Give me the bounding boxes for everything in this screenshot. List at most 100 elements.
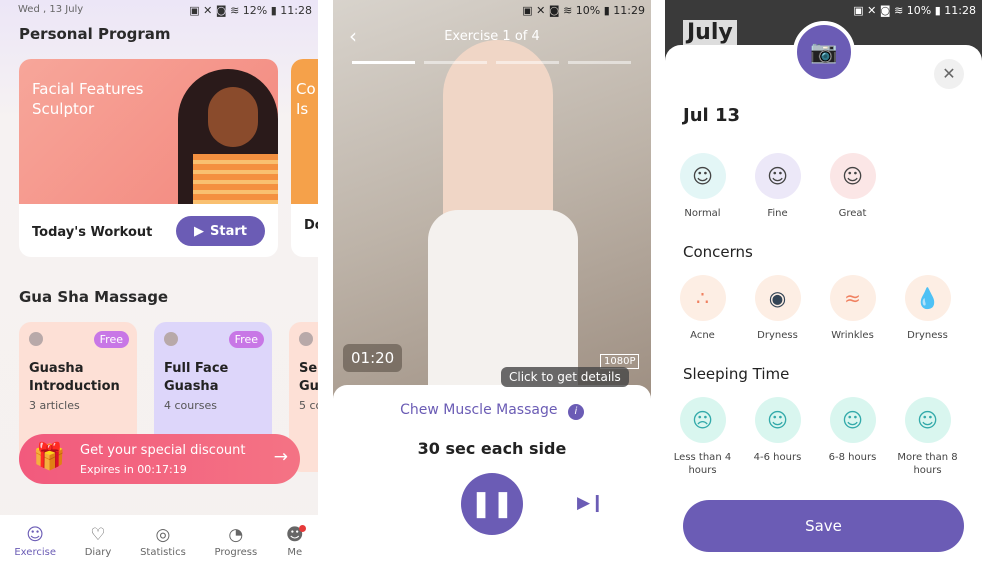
status-bar: ▣ ✕ ◙ ≋ 10% ▮ 11:28 xyxy=(853,4,976,17)
eye-icon: ◉ xyxy=(754,275,801,321)
progress-icon: ◔ xyxy=(228,525,244,545)
wrinkles-icon: ≈ xyxy=(829,275,876,321)
card-title: Full Face Guasha xyxy=(164,361,229,394)
nav-diary[interactable]: ♡ Diary xyxy=(85,525,112,558)
option-label: Wrinkles xyxy=(831,330,874,341)
discount-banner[interactable]: 🎁 Get your special discount Expires in 0… xyxy=(19,434,300,484)
concern-dryness-drop[interactable]: 💧 Dryness xyxy=(890,275,965,342)
card-subtitle: 3 articles xyxy=(29,399,80,412)
exercise-name-text: Chew Muscle Massage xyxy=(400,402,558,418)
sleep-option[interactable]: ☺ 4-6 hours xyxy=(740,397,815,464)
sleep-option[interactable]: ☺ More than 8 hours xyxy=(890,397,965,477)
option-label: Normal xyxy=(684,208,721,219)
close-icon: ✕ xyxy=(942,64,956,83)
option-label: Fine xyxy=(767,208,788,219)
next-program-footer: Do xyxy=(304,218,318,233)
card-subtitle: 4 courses xyxy=(164,399,217,412)
concern-acne[interactable]: ∴ Acne xyxy=(665,275,740,342)
status-date: Wed , 13 July xyxy=(18,4,84,15)
exercise-video[interactable] xyxy=(333,0,651,400)
concern-wrinkles[interactable]: ≈ Wrinkles xyxy=(815,275,890,342)
play-icon xyxy=(299,332,313,346)
save-button[interactable]: Save xyxy=(683,500,964,552)
nav-statistics[interactable]: ◎ Statistics xyxy=(140,525,186,558)
option-label: 6-8 hours xyxy=(828,452,877,463)
neutral-face-icon: ☺ xyxy=(829,397,876,443)
details-tooltip: Click to get details xyxy=(501,367,629,387)
exercise-progress xyxy=(352,61,631,64)
exercise-duration: 30 sec each side xyxy=(417,439,567,458)
gift-icon: 🎁 xyxy=(33,442,66,472)
start-button[interactable]: ▶ Start xyxy=(176,216,265,246)
diary-date: Jul 13 xyxy=(683,105,740,126)
status-time: 11:28 xyxy=(280,4,312,17)
program-illustration: Facial Features Sculptor xyxy=(19,59,278,204)
diary-icon: ♡ xyxy=(90,525,106,545)
nav-label: Me xyxy=(287,547,303,558)
option-label: Acne xyxy=(690,330,715,341)
statistics-icon: ◎ xyxy=(155,525,171,545)
nav-progress[interactable]: ◔ Progress xyxy=(215,525,258,558)
camera-button[interactable]: 📷 xyxy=(793,21,855,83)
close-button[interactable]: ✕ xyxy=(934,59,964,89)
content-face-icon: ☺ xyxy=(904,397,951,443)
pause-button[interactable]: ❚❚ xyxy=(461,473,523,535)
sweater-shape xyxy=(193,154,278,204)
notification-badge xyxy=(298,525,306,532)
nav-label: Progress xyxy=(214,547,258,558)
exercise-player-screen: ▣ ✕ ◙ ≋ 10% ▮ 11:29 ‹ Exercise 1 of 4 01… xyxy=(333,0,651,568)
skip-next-button[interactable]: ▶❙ xyxy=(577,493,604,513)
concern-dryness-eye[interactable]: ◉ Dryness xyxy=(740,275,815,342)
drop-icon: 💧 xyxy=(904,275,951,321)
concerns-title: Concerns xyxy=(683,243,753,261)
status-time: 11:29 xyxy=(613,4,645,17)
option-label: Great xyxy=(838,208,867,219)
nav-label: Diary xyxy=(84,547,112,558)
exercise-sheet: Chew Muscle Massage i 30 sec each side ❚… xyxy=(333,385,651,568)
bottom-nav: ☺ Exercise ♡ Diary ◎ Statistics ◔ Progress ☻… xyxy=(0,515,318,568)
nav-exercise[interactable]: ☺ Exercise xyxy=(14,525,56,558)
sleepy-face-icon: ☺ xyxy=(754,397,801,443)
battery-level: 10% xyxy=(906,4,932,17)
skin-diary-screen: July ▣ ✕ ◙ ≋ 10% ▮ 11:28 📷 ✕ Jul 13 ☺ Nor… xyxy=(665,0,982,568)
sleep-option[interactable]: ☹ Less than 4 hours xyxy=(665,397,740,477)
skin-option-normal[interactable]: ☺ Normal xyxy=(665,153,740,220)
pause-icon: ❚❚ xyxy=(470,489,514,519)
nav-me[interactable]: ☻ Me xyxy=(286,525,306,558)
section-title: Personal Program xyxy=(19,25,171,43)
option-label: Dryness xyxy=(907,330,948,341)
promo-title: Get your special discount xyxy=(80,443,246,458)
status-bar: ▣ ✕ ◙ ≋ 12% ▮ 11:28 xyxy=(189,4,312,17)
nav-label: Statistics xyxy=(140,547,186,558)
exercise-name[interactable]: Chew Muscle Massage i xyxy=(333,402,651,420)
option-label: More than 8 hours xyxy=(897,452,958,476)
play-icon xyxy=(164,332,178,346)
video-timer: 01:20 xyxy=(343,344,403,372)
face-icon: ☺ xyxy=(829,153,876,199)
card-title: Sep Gu xyxy=(299,361,318,394)
face-icon: ☺ xyxy=(679,153,726,199)
face-shape xyxy=(208,87,258,147)
sleeping-time-title: Sleeping Time xyxy=(683,365,790,383)
nav-label: Exercise xyxy=(14,547,56,558)
promo-countdown: Expires in 00:17:19 xyxy=(80,463,187,476)
camera-icon: 📷 xyxy=(810,39,838,65)
option-label: Less than 4 hours xyxy=(673,452,732,476)
info-icon[interactable]: i xyxy=(567,404,584,420)
battery-level: 10% xyxy=(575,4,601,17)
status-time: 11:28 xyxy=(944,4,976,17)
face-icon: ☺ xyxy=(754,153,801,199)
todays-workout-label: Today's Workout xyxy=(32,225,153,240)
option-label: Dryness xyxy=(757,330,798,341)
skin-option-great[interactable]: ☺ Great xyxy=(815,153,890,220)
battery-level: 12% xyxy=(242,4,268,17)
arrow-right-icon: → xyxy=(273,447,288,467)
exercise-counter: Exercise 1 of 4 xyxy=(444,29,540,44)
program-title: Facial Features Sculptor xyxy=(32,80,144,118)
section-title: Gua Sha Massage xyxy=(19,288,169,306)
next-program-title: Co Is xyxy=(291,59,318,204)
skin-option-fine[interactable]: ☺ Fine xyxy=(740,153,815,220)
program-card[interactable]: Facial Features Sculptor Today's Workout… xyxy=(19,59,278,257)
next-program-card[interactable]: Co Is Do xyxy=(291,59,318,257)
sleep-option[interactable]: ☺ 6-8 hours xyxy=(815,397,890,464)
